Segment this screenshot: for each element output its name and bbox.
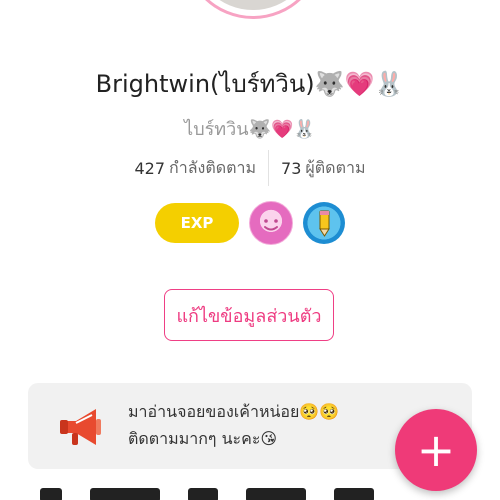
stats-strip-cutoff (40, 488, 460, 500)
notice-line-1: มาอ่านจอยของเค้าหน่อย🥺🥺 (128, 402, 340, 421)
following-stat[interactable]: 427 กำลังติดตาม (123, 156, 269, 181)
exp-badge[interactable]: EXP 18 (155, 203, 239, 272)
followers-count: 73 (281, 158, 302, 178)
pencil-badge-icon[interactable] (303, 202, 345, 244)
edit-profile-button[interactable]: แก้ไขข้อมูลส่วนตัว (164, 289, 334, 341)
following-label: กำลังติดตาม (169, 157, 257, 177)
profile-name: Brightwin(ไบร์ทวิน)🐺💗🐰 (95, 70, 405, 98)
following-count: 427 (134, 158, 166, 178)
followers-label: ผู้ติดตาม (305, 157, 366, 177)
megaphone-icon (58, 405, 108, 449)
plus-icon: + (416, 423, 456, 477)
smiley-face-badge-icon[interactable] (249, 201, 293, 245)
notice-line-2: ติดตามมากๆ นะคะ😘 (128, 429, 278, 448)
notice-text: มาอ่านจอยของเค้าหน่อย🥺🥺 ติดตามมากๆ นะคะ😘 (128, 398, 339, 452)
profile-stats: 427 กำลังติดตาม 73 ผู้ติดตาม (0, 150, 500, 186)
followers-stat[interactable]: 73 ผู้ติดตาม (269, 156, 377, 181)
create-fab-button[interactable]: + (395, 409, 477, 491)
profile-subname: ไบร์ทวิน🐺💗🐰 (184, 119, 316, 140)
badges-row: EXP 18 (0, 201, 500, 272)
avatar-image (192, 0, 314, 10)
avatar[interactable] (183, 0, 323, 19)
